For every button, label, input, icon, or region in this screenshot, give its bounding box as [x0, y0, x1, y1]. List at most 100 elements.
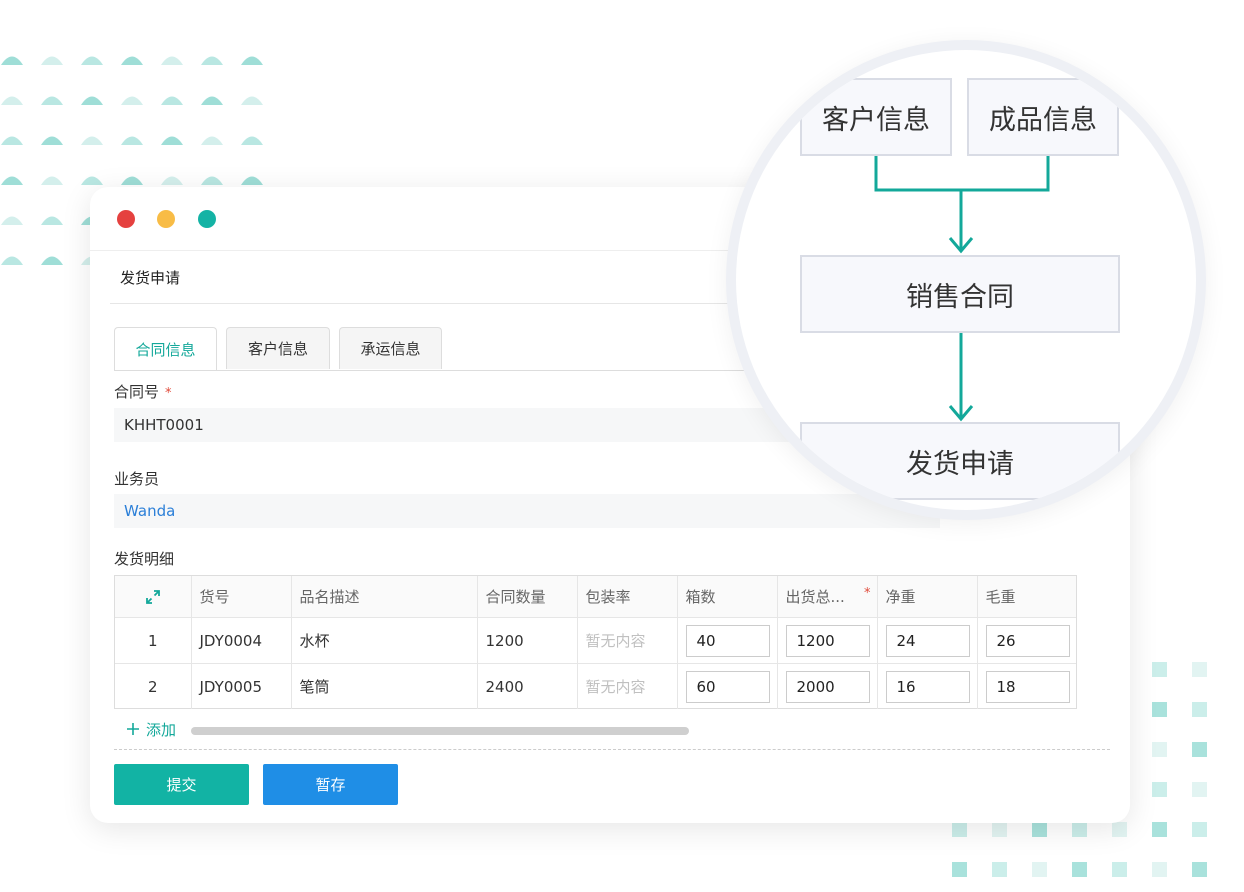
decorative-square — [1192, 662, 1207, 677]
connector-top-right — [961, 156, 1050, 192]
decorative-square — [1152, 662, 1167, 677]
salesperson-label: 业务员 — [114, 470, 160, 488]
contract-no-label-text: 合同号 — [114, 383, 160, 401]
decorative-square — [1152, 782, 1167, 797]
decorative-dot — [1, 216, 23, 225]
row-index: 2 — [115, 663, 192, 709]
tab-contract-info[interactable]: 合同信息 — [114, 327, 217, 371]
footer-divider — [114, 749, 1110, 750]
decorative-square — [1192, 822, 1207, 837]
decorative-dot — [1, 256, 23, 265]
decorative-square — [1112, 862, 1127, 877]
decorative-square — [1072, 822, 1087, 837]
decorative-square — [1192, 742, 1207, 757]
decorative-square — [1032, 822, 1047, 837]
gross-weight-input[interactable]: 26 — [985, 624, 1070, 657]
minimize-window-dot[interactable] — [157, 210, 175, 228]
decorative-square — [952, 862, 967, 877]
close-window-dot[interactable] — [117, 210, 135, 228]
cell-total-wrap: 1200 — [777, 617, 878, 664]
title-divider — [110, 303, 730, 304]
decorative-square — [1152, 702, 1167, 717]
decorative-dot — [121, 176, 143, 185]
net-weight-input[interactable]: 16 — [885, 670, 970, 703]
decorative-dot — [161, 56, 183, 65]
decorative-dot — [121, 136, 143, 145]
expand-table-button[interactable] — [115, 576, 192, 618]
decorative-dot — [161, 136, 183, 145]
decorative-square — [1192, 702, 1207, 717]
save-draft-button[interactable]: 暂存 — [263, 764, 398, 805]
col-header-code: 货号 — [191, 576, 292, 618]
shipment-details-label: 发货明细 — [114, 550, 175, 568]
page-title: 发货申请 — [120, 269, 181, 287]
flow-node-customer-info: 客户信息 — [800, 78, 952, 156]
decorative-square — [992, 822, 1007, 837]
plus-icon — [127, 723, 139, 735]
gross-weight-input[interactable]: 18 — [985, 670, 1070, 703]
decorative-dot — [241, 96, 263, 105]
cell-net-wrap: 24 — [877, 617, 978, 664]
boxes-input[interactable]: 60 — [685, 670, 770, 703]
cell-code: JDY0004 — [191, 617, 292, 664]
maximize-window-dot[interactable] — [198, 210, 216, 228]
col-header-net: 净重 — [877, 576, 978, 618]
decorative-dot — [161, 176, 183, 185]
col-header-total-text: 出货总... — [785, 588, 845, 606]
decorative-dot — [41, 256, 63, 265]
tabs-divider — [114, 370, 754, 371]
decorative-dot — [81, 56, 103, 65]
flow-magnifier: 客户信息 成品信息 销售合同 发货申请 — [726, 40, 1206, 520]
shipment-details-table: 货号 品名描述 合同数量 包装率 箱数 出货总... * 净重 毛重 1 JDY0… — [114, 575, 1077, 709]
cell-gross-wrap: 26 — [977, 617, 1076, 664]
net-weight-input[interactable]: 24 — [885, 624, 970, 657]
table-header-row: 货号 品名描述 合同数量 包装率 箱数 出货总... * 净重 毛重 — [115, 576, 1076, 618]
flow-node-shipment-request: 发货申请 — [800, 422, 1120, 500]
decorative-square — [992, 862, 1007, 877]
decorative-dot — [201, 96, 223, 105]
decorative-dot — [41, 176, 63, 185]
cell-name: 笔筒 — [291, 663, 478, 709]
cell-total-wrap: 2000 — [777, 663, 878, 709]
col-header-total: 出货总... * — [777, 576, 878, 618]
cell-name: 水杯 — [291, 617, 478, 664]
cell-qty: 2400 — [477, 663, 578, 709]
decorative-dot — [201, 56, 223, 65]
decorative-dot — [161, 96, 183, 105]
tab-bar: 合同信息 客户信息 承运信息 — [114, 327, 451, 371]
required-mark: * — [165, 386, 172, 401]
total-input[interactable]: 2000 — [785, 670, 870, 703]
tab-customer-info[interactable]: 客户信息 — [226, 327, 330, 369]
cell-net-wrap: 16 — [877, 663, 978, 709]
cell-boxes-wrap: 40 — [677, 617, 778, 664]
add-row-button[interactable]: 添加 — [126, 719, 176, 740]
col-header-boxes: 箱数 — [677, 576, 778, 618]
col-header-name: 品名描述 — [291, 576, 478, 618]
total-input[interactable]: 1200 — [785, 624, 870, 657]
flow-node-product-info: 成品信息 — [967, 78, 1119, 156]
col-header-gross: 毛重 — [977, 576, 1076, 618]
decorative-square — [1192, 862, 1207, 877]
decorative-dot — [41, 216, 63, 225]
tab-carrier-info[interactable]: 承运信息 — [339, 327, 442, 369]
cell-code: JDY0005 — [191, 663, 292, 709]
submit-button[interactable]: 提交 — [114, 764, 249, 805]
decorative-dot — [1, 96, 23, 105]
decorative-dot — [241, 176, 263, 185]
decorative-square — [1072, 862, 1087, 877]
col-header-pack: 包装率 — [577, 576, 678, 618]
boxes-input[interactable]: 40 — [685, 624, 770, 657]
table-horizontal-scrollbar[interactable] — [191, 727, 689, 735]
decorative-dot — [81, 176, 103, 185]
required-mark: * — [864, 586, 871, 601]
cell-boxes-wrap: 60 — [677, 663, 778, 709]
row-index: 1 — [115, 617, 192, 664]
decorative-dot — [41, 56, 63, 65]
decorative-dot — [81, 96, 103, 105]
flow-node-sales-contract: 销售合同 — [800, 255, 1120, 333]
decorative-dot — [41, 136, 63, 145]
decorative-dot — [201, 176, 223, 185]
decorative-dot — [241, 136, 263, 145]
decorative-square — [1152, 742, 1167, 757]
table-row: 1 JDY0004 水杯 1200 暂无内容 40 1200 24 26 — [115, 617, 1076, 664]
